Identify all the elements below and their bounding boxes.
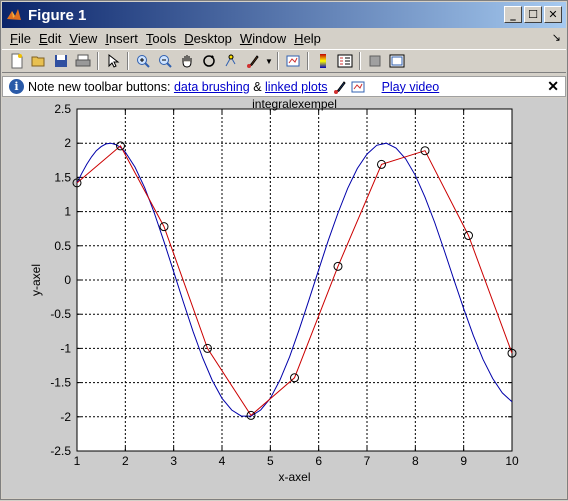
menu-edit[interactable]: Edit	[35, 31, 65, 46]
x-tick-label: 6	[315, 454, 322, 468]
x-tick-label: 2	[122, 454, 129, 468]
x-tick-label: 1	[74, 454, 81, 468]
figure-window: Figure 1 _ ☐ ✕ File Edit View Insert Tools De…	[0, 0, 568, 500]
colorbar-icon[interactable]	[312, 51, 334, 71]
figure-toolbar: ▼	[2, 49, 566, 73]
link-plot-icon	[351, 81, 365, 92]
rotate-3d-icon[interactable]	[198, 51, 220, 71]
x-tick-label: 10	[505, 454, 519, 468]
menu-view[interactable]: View	[65, 31, 101, 46]
new-figure-icon[interactable]	[6, 51, 28, 71]
window-title: Figure 1	[28, 6, 87, 24]
info-text: Note new toolbar buttons:	[28, 79, 171, 94]
menu-bar: File Edit View Insert Tools Desktop Window Help	[2, 28, 566, 48]
matlab-icon	[7, 9, 21, 20]
y-tick-label: -1	[60, 341, 71, 355]
pan-hand-icon[interactable]	[176, 51, 198, 71]
y-tick-label: -2	[60, 410, 71, 424]
brush-icon	[333, 80, 346, 94]
info-icon: i	[9, 79, 24, 94]
play-video-link[interactable]: Play video	[382, 80, 440, 94]
y-tick-label: 1	[64, 205, 71, 219]
dock-arrow-icon[interactable]: ↘	[552, 31, 561, 44]
y-tick-label: -1.5	[50, 376, 71, 390]
brush-dropdown-icon[interactable]: ▼	[264, 51, 274, 71]
hide-plot-tools-icon[interactable]	[364, 51, 386, 71]
y-tick-label: 1.5	[54, 170, 71, 184]
open-file-icon[interactable]	[28, 51, 50, 71]
data-cursor-icon[interactable]	[220, 51, 242, 71]
x-axis-label: x-axel	[278, 470, 310, 484]
info-bar: i Note new toolbar buttons: data brushin…	[2, 76, 566, 97]
x-tick-label: 9	[460, 454, 467, 468]
y-tick-label: -0.5	[50, 307, 71, 321]
x-tick-label: 4	[219, 454, 226, 468]
y-tick-label: 0.5	[54, 239, 71, 253]
menu-file[interactable]: File	[6, 31, 35, 46]
figure-canvas: 1 2 3 4 5 6 7 8 9 10 2.5 2 1.5 1 0.5 0 -0.5 -1 -1.5 -2 -2.5…	[2, 97, 566, 498]
maximize-button[interactable]: ☐	[524, 6, 542, 23]
y-tick-label: 2	[64, 136, 71, 150]
linked-plots-link[interactable]: linked plots	[265, 80, 328, 94]
menu-insert[interactable]: Insert	[101, 31, 142, 46]
menu-window[interactable]: Window	[236, 31, 290, 46]
close-icon[interactable]: ✕	[547, 78, 559, 95]
x-tick-label: 7	[364, 454, 371, 468]
x-tick-label: 5	[267, 454, 274, 468]
x-tick-label: 3	[170, 454, 177, 468]
x-tick-label: 8	[412, 454, 419, 468]
brush-icon[interactable]	[242, 51, 264, 71]
link-plot-icon[interactable]	[282, 51, 304, 71]
y-tick-label: 2.5	[54, 102, 71, 116]
menu-help[interactable]: Help	[290, 31, 325, 46]
ampersand-text: &	[253, 79, 262, 94]
zoom-in-icon[interactable]	[132, 51, 154, 71]
show-plot-tools-icon[interactable]	[386, 51, 408, 71]
y-axis-label: y-axel	[29, 264, 43, 296]
minimize-button[interactable]: _	[504, 6, 522, 23]
chart-title: integralexempel	[252, 98, 337, 111]
menu-tools[interactable]: Tools	[142, 31, 180, 46]
legend-icon[interactable]	[334, 51, 356, 71]
menu-desktop[interactable]: Desktop	[180, 31, 236, 46]
close-button[interactable]: ✕	[544, 6, 562, 23]
print-icon[interactable]	[72, 51, 94, 71]
edit-plot-arrow-icon[interactable]	[102, 51, 124, 71]
y-tick-label: -2.5	[50, 444, 71, 458]
chart: 1 2 3 4 5 6 7 8 9 10 2.5 2 1.5 1 0.5 0 -0.5 -1 -1.5 -2 -2.5…	[29, 97, 519, 484]
save-icon[interactable]	[50, 51, 72, 71]
data-brushing-link[interactable]: data brushing	[174, 80, 250, 94]
title-bar[interactable]: Figure 1 _ ☐ ✕	[2, 2, 566, 28]
zoom-out-icon[interactable]	[154, 51, 176, 71]
y-tick-label: 0	[64, 273, 71, 287]
